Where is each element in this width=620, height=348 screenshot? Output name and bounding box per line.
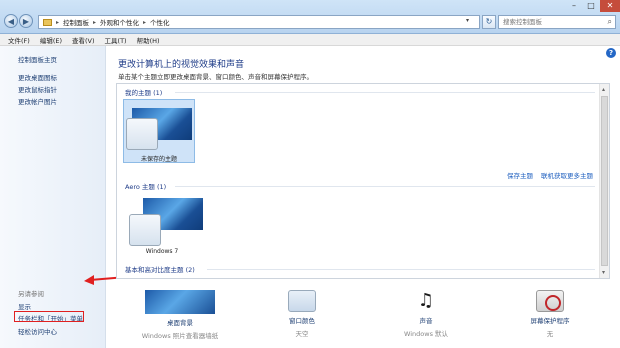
search-placeholder: 搜索控制面板 [503, 18, 542, 26]
theme-name: Windows 7 [145, 248, 179, 255]
basic-themes-heading: 基本和高对比度主题 (2) [125, 266, 195, 274]
highlight-box [14, 311, 84, 322]
screensaver-button[interactable]: 屏幕保护程序 无 [500, 280, 600, 338]
page-subtitle: 单击某个主题立即更改桌面背景、窗口颜色、声音和屏幕保护程序。 [118, 73, 313, 81]
page-title: 更改计算机上的视觉效果和声音 [118, 60, 245, 70]
divider [207, 269, 595, 270]
scrollbar[interactable]: ▴ ▾ [599, 84, 609, 278]
refresh-button[interactable]: ↻ [482, 15, 496, 29]
sound-value: Windows 默认 [403, 330, 449, 338]
maximize-button[interactable]: □ [583, 0, 599, 12]
menu-file[interactable]: 文件(F) [8, 35, 30, 45]
screensaver-icon [536, 290, 564, 312]
sound-label: 声音 [419, 317, 433, 325]
address-dropdown-icon[interactable]: ▾ [466, 17, 469, 24]
theme-name: 未保存的主题 [140, 156, 177, 163]
folder-icon [43, 18, 52, 26]
see-also-ease-of-access[interactable]: 轻松访问中心 [18, 326, 57, 336]
address-bar[interactable]: ▸ 控制面板 ▸ 外观和个性化 ▸ 个性化 [38, 15, 480, 29]
divider [175, 186, 595, 187]
desktop-background-button[interactable]: 桌面背景 Windows 照片查看器墙纸 [130, 280, 230, 340]
search-input[interactable]: 搜索控制面板 ⌕ [498, 15, 616, 29]
sidebar-link-control-panel-home[interactable]: 控制面板主页 [18, 54, 57, 64]
search-icon[interactable]: ⌕ [608, 16, 612, 28]
window-color-label: 窗口颜色 [289, 317, 315, 325]
get-more-themes-link[interactable]: 联机获取更多主题 [541, 170, 593, 180]
theme-windows7[interactable]: Windows 7 [123, 194, 203, 258]
sidebar-link-mouse-pointers[interactable]: 更改鼠标指针 [18, 84, 57, 94]
see-also-display[interactable]: 显示 [18, 301, 31, 311]
breadcrumb-separator-icon: ▸ [56, 18, 60, 26]
title-address-bar: ◀ ▶ ▸ 控制面板 ▸ 外观和个性化 ▸ 个性化 ▾ ↻ 搜索控制面板 ⌕ –… [0, 0, 620, 34]
menu-view[interactable]: 查看(V) [72, 35, 95, 45]
help-icon[interactable]: ? [606, 48, 616, 58]
save-theme-link[interactable]: 保存主题 [507, 170, 533, 180]
window-color-icon [288, 290, 316, 312]
back-button[interactable]: ◀ [4, 14, 18, 28]
minimize-button[interactable]: – [566, 0, 582, 12]
scroll-up-icon[interactable]: ▴ [602, 86, 605, 93]
menu-bar: 文件(F) 编辑(E) 查看(V) 工具(T) 帮助(H) [0, 34, 620, 46]
wallpaper-icon [145, 290, 215, 314]
screensaver-value: 无 [546, 330, 554, 338]
aero-themes-heading: Aero 主题 (1) [125, 183, 167, 191]
menu-help[interactable]: 帮助(H) [137, 35, 160, 45]
scroll-down-icon[interactable]: ▾ [602, 269, 605, 276]
desktop-background-label: 桌面背景 [167, 319, 193, 327]
forward-button[interactable]: ▶ [19, 14, 33, 28]
desktop-background-value: Windows 照片查看器墙纸 [141, 332, 219, 340]
window-color-button[interactable]: 窗口颜色 天空 [252, 280, 352, 338]
bottom-settings-bar: 桌面背景 Windows 照片查看器墙纸 窗口颜色 天空 ♫ 声音 Window… [106, 280, 620, 348]
screensaver-label: 屏幕保护程序 [530, 317, 570, 325]
scroll-thumb[interactable] [601, 96, 608, 266]
breadcrumb-separator-icon: ▸ [143, 18, 147, 26]
sound-icon: ♫ [417, 290, 435, 311]
theme-list: 我的主题 (1) 未保存的主题 保存主题 联机获取更多主题 Aero 主题 (1… [116, 83, 610, 279]
window-color-value: 天空 [295, 330, 309, 338]
menu-tools[interactable]: 工具(T) [105, 35, 127, 45]
sidebar-link-account-picture[interactable]: 更改帐户图片 [18, 96, 57, 106]
close-button[interactable]: ✕ [600, 0, 620, 12]
my-themes-heading: 我的主题 (1) [125, 89, 163, 97]
window-preview [126, 118, 158, 150]
breadcrumb-personalization[interactable]: 个性化 [150, 17, 170, 27]
divider [175, 92, 595, 93]
menu-edit[interactable]: 编辑(E) [40, 35, 62, 45]
breadcrumb-separator-icon: ▸ [93, 18, 97, 26]
see-also-heading: 另请参阅 [18, 290, 44, 298]
sidebar-link-desktop-icons[interactable]: 更改桌面图标 [18, 72, 57, 82]
breadcrumb-appearance[interactable]: 外观和个性化 [100, 17, 139, 27]
sound-button[interactable]: ♫ 声音 Windows 默认 [376, 280, 476, 338]
window-preview [129, 214, 161, 246]
theme-unsaved[interactable]: 未保存的主题 [123, 99, 195, 163]
breadcrumb-control-panel[interactable]: 控制面板 [63, 17, 89, 27]
sidebar: 控制面板主页 更改桌面图标 更改鼠标指针 更改帐户图片 另请参阅 显示 任务栏和… [0, 46, 106, 348]
